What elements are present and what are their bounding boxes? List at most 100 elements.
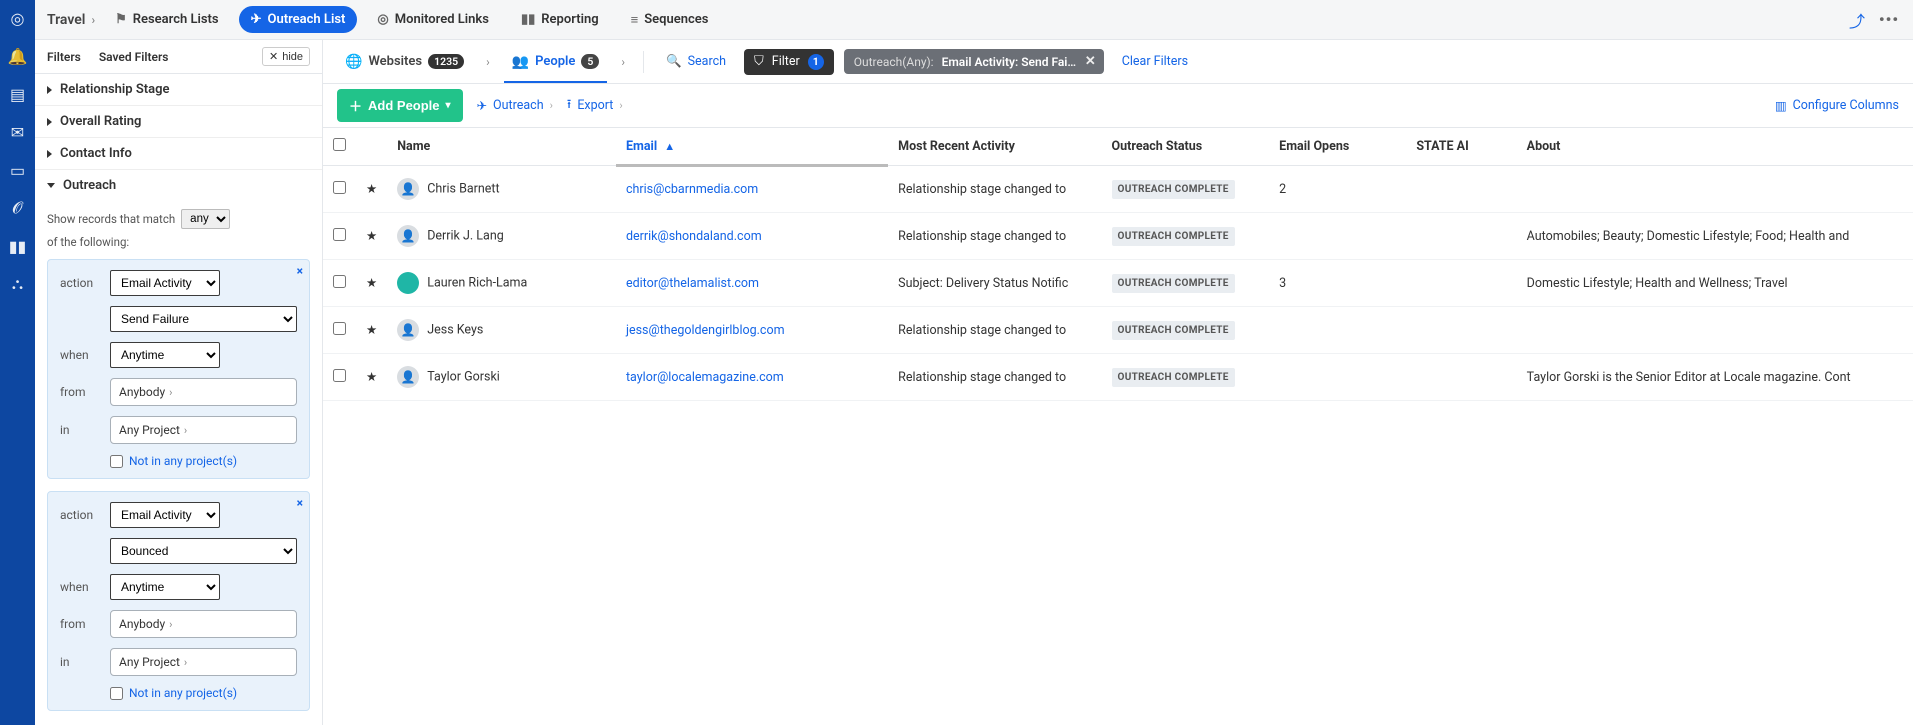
select-all-header[interactable] bbox=[323, 128, 356, 166]
row-select-checkbox[interactable] bbox=[333, 275, 346, 288]
chart-icon[interactable]: ▮▮ bbox=[8, 236, 28, 256]
filter-section-header[interactable]: Overall Rating bbox=[35, 106, 322, 137]
from-picker[interactable]: Anybody › bbox=[110, 610, 297, 638]
not-in-project-label[interactable]: Not in any project(s) bbox=[129, 454, 237, 468]
row-email-link[interactable]: jess@thegoldengirlblog.com bbox=[626, 323, 785, 338]
topnav-sequences[interactable]: ≡ Sequences bbox=[619, 6, 721, 34]
list-icon[interactable]: ▤ bbox=[8, 84, 28, 104]
filters-tab-saved[interactable]: Saved Filters bbox=[99, 50, 169, 64]
filter-section-header[interactable]: Relationship Stage bbox=[35, 74, 322, 105]
topnav-outreach-list[interactable]: ✈ Outreach List bbox=[239, 6, 358, 33]
topnav-research-lists[interactable]: ⚑ Research Lists bbox=[103, 6, 231, 33]
row-select-checkbox[interactable] bbox=[333, 181, 346, 194]
row-select-checkbox[interactable] bbox=[333, 369, 346, 382]
breadcrumb-root[interactable]: Travel › bbox=[47, 12, 95, 28]
when-select[interactable]: Anytime bbox=[110, 574, 220, 600]
row-select-cell[interactable] bbox=[323, 354, 356, 401]
table-row[interactable]: ★Lauren Rich-Lamaeditor@thelamalist.comS… bbox=[323, 260, 1913, 307]
row-name: Derrik J. Lang bbox=[427, 228, 504, 243]
row-email-link[interactable]: editor@thelamalist.com bbox=[626, 276, 759, 291]
table-row[interactable]: ★👤Jess Keysjess@thegoldengirlblog.comRel… bbox=[323, 307, 1913, 354]
row-email-link[interactable]: chris@cbarnmedia.com bbox=[626, 182, 758, 197]
clear-filters-link[interactable]: Clear Filters bbox=[1114, 54, 1196, 69]
row-name-cell[interactable]: 👤Taylor Gorski bbox=[387, 354, 616, 401]
row-name-cell[interactable]: 👤Derrik J. Lang bbox=[387, 213, 616, 260]
sort-asc-icon: ▲ bbox=[664, 140, 675, 153]
cond-label-from: from bbox=[60, 617, 100, 631]
filter-section-header[interactable]: Outreach bbox=[35, 170, 322, 201]
column-header-status[interactable]: Outreach Status bbox=[1102, 128, 1270, 166]
not-in-project-label[interactable]: Not in any project(s) bbox=[129, 686, 237, 700]
filter-section-header[interactable]: Contact Info bbox=[35, 138, 322, 169]
row-star-cell[interactable]: ★ bbox=[356, 166, 387, 213]
row-star-cell[interactable]: ★ bbox=[356, 354, 387, 401]
action-type-select[interactable]: Email Activity bbox=[110, 270, 220, 296]
topnav-reporting[interactable]: ▮▮ Reporting bbox=[509, 6, 611, 33]
column-header-state-ai[interactable]: STATE AI bbox=[1406, 128, 1516, 166]
row-about-cell: Domestic Lifestyle; Health and Wellness;… bbox=[1517, 260, 1913, 307]
in-picker[interactable]: Any Project › bbox=[110, 648, 297, 676]
row-name-cell[interactable]: 👤Jess Keys bbox=[387, 307, 616, 354]
action-subtype-select[interactable]: Bounced bbox=[110, 538, 297, 564]
row-select-checkbox[interactable] bbox=[333, 322, 346, 335]
bell-icon[interactable]: 🔔 bbox=[8, 46, 28, 66]
org-icon[interactable]: ⛬ bbox=[8, 274, 28, 294]
search-link[interactable]: 🔍 Search bbox=[658, 54, 734, 69]
row-select-cell[interactable] bbox=[323, 260, 356, 307]
filters-tab-filters[interactable]: Filters bbox=[47, 50, 81, 64]
match-select[interactable]: any bbox=[181, 209, 230, 229]
column-header-about[interactable]: About bbox=[1517, 128, 1913, 166]
logo-icon[interactable]: ◎ bbox=[8, 8, 28, 28]
action-subtype-select[interactable]: Send Failure bbox=[110, 306, 297, 332]
table-wrap[interactable]: Name Email ▲ Most Recent Activity Outrea… bbox=[323, 128, 1913, 725]
row-email-link[interactable]: derrik@shondaland.com bbox=[626, 229, 762, 244]
column-header-activity[interactable]: Most Recent Activity bbox=[888, 128, 1101, 166]
row-star-cell[interactable]: ★ bbox=[356, 260, 387, 307]
outreach-action[interactable]: ✈ Outreach › bbox=[477, 98, 553, 114]
link-icon[interactable]: 𝓞 bbox=[8, 198, 28, 218]
action-type-select[interactable]: Email Activity bbox=[110, 502, 220, 528]
table-row[interactable]: ★👤Chris Barnettchris@cbarnmedia.comRelat… bbox=[323, 166, 1913, 213]
row-star-cell[interactable]: ★ bbox=[356, 307, 387, 354]
topnav-monitored-links[interactable]: ◎ Monitored Links bbox=[365, 6, 501, 33]
column-header-email[interactable]: Email ▲ bbox=[616, 128, 888, 166]
table-row[interactable]: ★👤Taylor Gorski taylor@localemagazine.com… bbox=[323, 354, 1913, 401]
row-select-cell[interactable] bbox=[323, 213, 356, 260]
row-name-cell[interactable]: Lauren Rich-Lama bbox=[387, 260, 616, 307]
from-picker[interactable]: Anybody › bbox=[110, 378, 297, 406]
inbox-icon[interactable]: ✉ bbox=[8, 122, 28, 142]
filter-pill[interactable]: ⛉ Filter 1 bbox=[744, 49, 834, 75]
row-name-cell[interactable]: 👤Chris Barnett bbox=[387, 166, 616, 213]
subtab-websites[interactable]: 🌐 Websites 1235 bbox=[337, 40, 472, 83]
hide-filters-button[interactable]: ✕ hide bbox=[262, 47, 310, 66]
avatar bbox=[397, 272, 419, 294]
select-all-checkbox[interactable] bbox=[333, 138, 346, 151]
applied-filter-chip[interactable]: Outreach(Any): Email Activity: Send Fail… bbox=[844, 49, 1104, 74]
column-header-opens[interactable]: Email Opens bbox=[1269, 128, 1406, 166]
close-icon[interactable]: ✕ bbox=[1085, 54, 1096, 69]
configure-columns-link[interactable]: ▥ Configure Columns bbox=[1775, 98, 1899, 114]
when-select[interactable]: Anytime bbox=[110, 342, 220, 368]
not-in-project-checkbox[interactable] bbox=[110, 687, 123, 700]
row-star-cell[interactable]: ★ bbox=[356, 213, 387, 260]
caret-right-icon bbox=[47, 150, 52, 158]
remove-condition-button[interactable]: × bbox=[297, 496, 303, 510]
row-select-cell[interactable] bbox=[323, 166, 356, 213]
row-email-link[interactable]: taylor@localemagazine.com bbox=[626, 370, 784, 385]
add-people-button[interactable]: ＋ Add People ▾ bbox=[337, 89, 463, 122]
in-picker[interactable]: Any Project › bbox=[110, 416, 297, 444]
row-status-cell: OUTREACH COMPLETE bbox=[1102, 354, 1270, 401]
export-action[interactable]: ⭱ Export › bbox=[567, 95, 623, 116]
row-select-cell[interactable] bbox=[323, 307, 356, 354]
book-icon[interactable]: ▭ bbox=[8, 160, 28, 180]
table-row[interactable]: ★👤Derrik J. Langderrik@shondaland.comRel… bbox=[323, 213, 1913, 260]
remove-condition-button[interactable]: × bbox=[297, 264, 303, 278]
column-header-name[interactable]: Name bbox=[387, 128, 616, 166]
filter-count-badge: 1 bbox=[808, 54, 824, 70]
row-about-cell bbox=[1517, 166, 1913, 213]
more-menu-button[interactable]: ••• bbox=[1877, 8, 1901, 32]
upload-button[interactable]: ⤴ bbox=[1845, 8, 1869, 32]
subtab-people[interactable]: 👥 People 5 bbox=[504, 40, 608, 83]
row-select-checkbox[interactable] bbox=[333, 228, 346, 241]
not-in-project-checkbox[interactable] bbox=[110, 455, 123, 468]
